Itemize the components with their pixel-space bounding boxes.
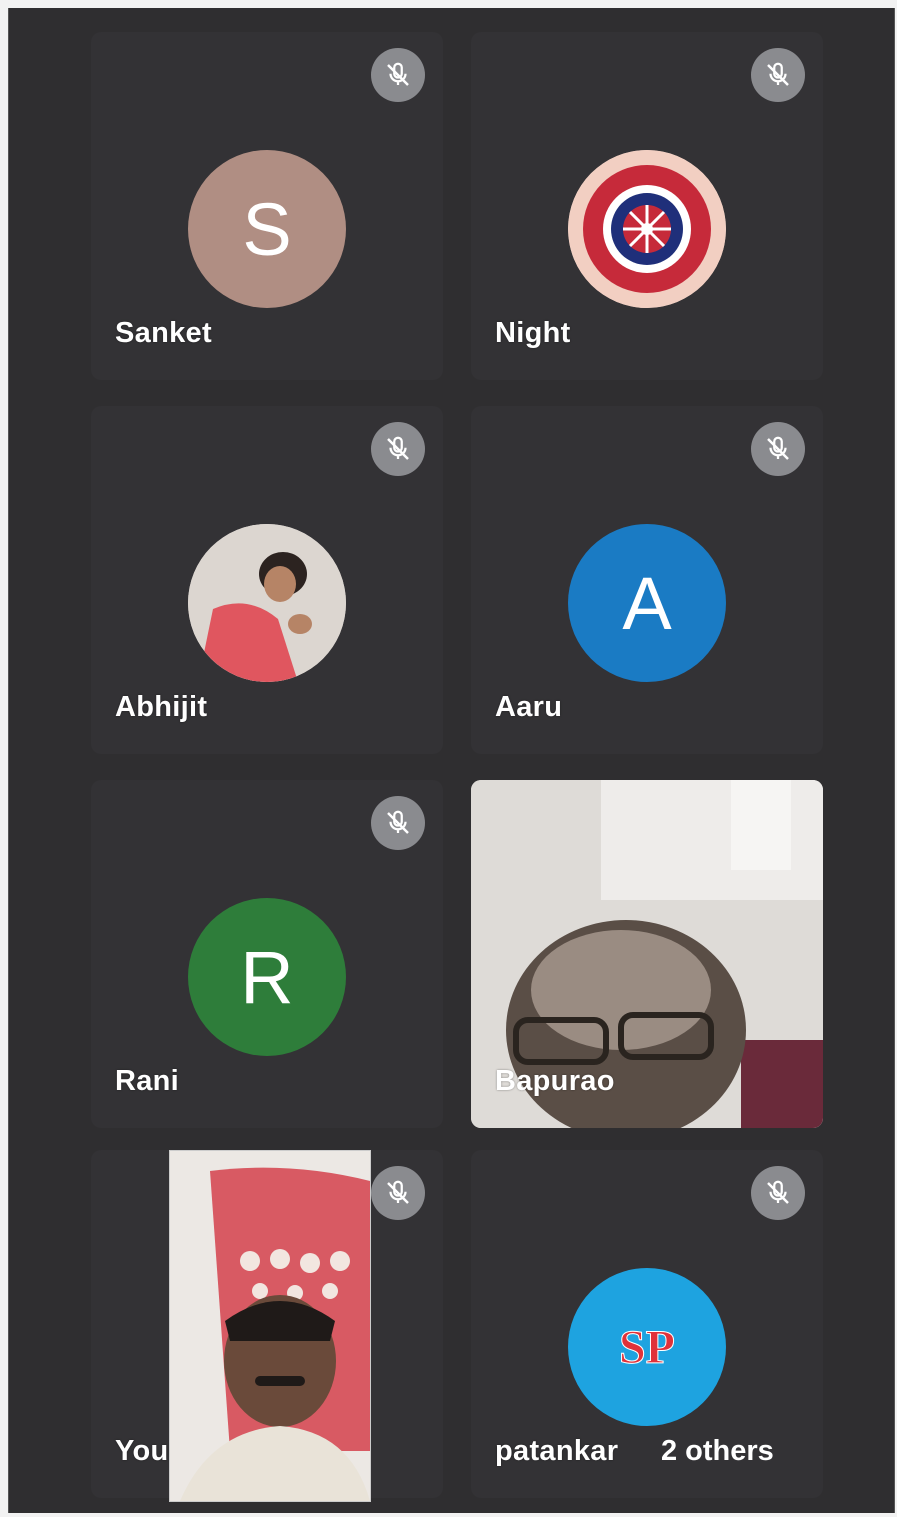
participant-name: patankar [495,1435,619,1467]
participant-tile-abhijit[interactable]: Abhijit [91,406,443,754]
self-video-preview[interactable] [169,1150,371,1502]
nss-logo-avatar [568,150,726,308]
mic-off-icon [751,1166,805,1220]
participant-name: Night [495,317,571,349]
meeting-screen: S Sanket Night Abhijit A Aaru R Rani Bap… [8,8,895,1513]
participant-name: Rani [115,1065,180,1097]
participant-name: Sanket [115,317,212,349]
participant-tile-aaru[interactable]: A Aaru [471,406,823,754]
participant-name: Bapurao [495,1065,615,1097]
participant-tile-rani[interactable]: R Rani [91,780,443,1128]
participant-tile-bapurao[interactable]: Bapurao [471,780,823,1128]
mic-off-icon [751,48,805,102]
mic-off-icon [751,422,805,476]
avatar: SP [568,1268,726,1426]
participant-tile-night[interactable]: Night [471,32,823,380]
avatar: A [568,524,726,682]
mic-off-icon [371,796,425,850]
mic-off-icon [371,48,425,102]
mic-off-icon [371,1166,425,1220]
others-count: 2 others [661,1435,774,1467]
avatar: R [188,898,346,1056]
participant-name: You [115,1435,169,1467]
self-video-feed [170,1151,370,1501]
mic-off-icon [371,422,425,476]
participant-name: Aaru [495,691,563,723]
participant-tile-sanket[interactable]: S Sanket [91,32,443,380]
participant-name: Abhijit [115,691,208,723]
profile-photo-avatar [188,524,346,682]
avatar: S [188,150,346,308]
participant-tile-patankar[interactable]: SP patankar 2 others [471,1150,823,1498]
